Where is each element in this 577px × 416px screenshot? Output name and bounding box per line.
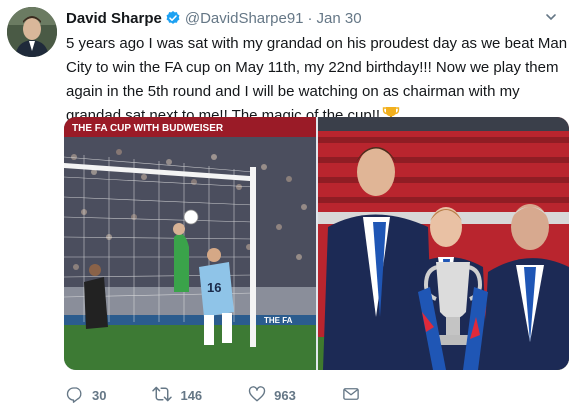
chevron-down-icon[interactable] xyxy=(541,7,561,27)
meta-separator: · xyxy=(307,9,313,27)
tweet-media[interactable]: THE FA CUP WITH BUDWEISER THE FA 16 xyxy=(64,117,569,370)
avatar[interactable] xyxy=(7,7,57,57)
photo-cup-celebration[interactable] xyxy=(318,117,569,370)
direct-message-button[interactable] xyxy=(342,385,368,406)
reply-button[interactable]: 30 xyxy=(66,385,106,406)
retweet-count: 146 xyxy=(180,387,203,403)
tweet-date[interactable]: Jan 30 xyxy=(317,10,362,27)
retweet-icon xyxy=(152,385,180,406)
author-handle[interactable]: @DavidSharpe91 xyxy=(185,10,304,27)
author-name[interactable]: David Sharpe xyxy=(66,10,162,27)
photo-goal-scene[interactable]: THE FA CUP WITH BUDWEISER THE FA 16 xyxy=(64,117,316,370)
reply-icon xyxy=(66,385,92,406)
banner-text: THE FA CUP WITH BUDWEISER xyxy=(72,123,224,134)
verified-badge-icon xyxy=(165,10,181,26)
tweet-actions: 30 146 963 xyxy=(66,383,368,407)
retweet-button[interactable]: 146 xyxy=(152,385,202,406)
like-button[interactable]: 963 xyxy=(248,385,296,406)
tweet-header: David Sharpe @DavidSharpe91 · Jan 30 xyxy=(66,7,567,29)
like-icon xyxy=(248,385,274,406)
ad-board-text: THE FA xyxy=(264,316,293,325)
tweet-body: 5 years ago I was sat with my grandad on… xyxy=(66,35,568,124)
player-number: 16 xyxy=(207,280,221,295)
reply-count: 30 xyxy=(92,387,107,403)
direct-message-icon xyxy=(342,385,368,406)
like-count: 963 xyxy=(274,387,296,403)
